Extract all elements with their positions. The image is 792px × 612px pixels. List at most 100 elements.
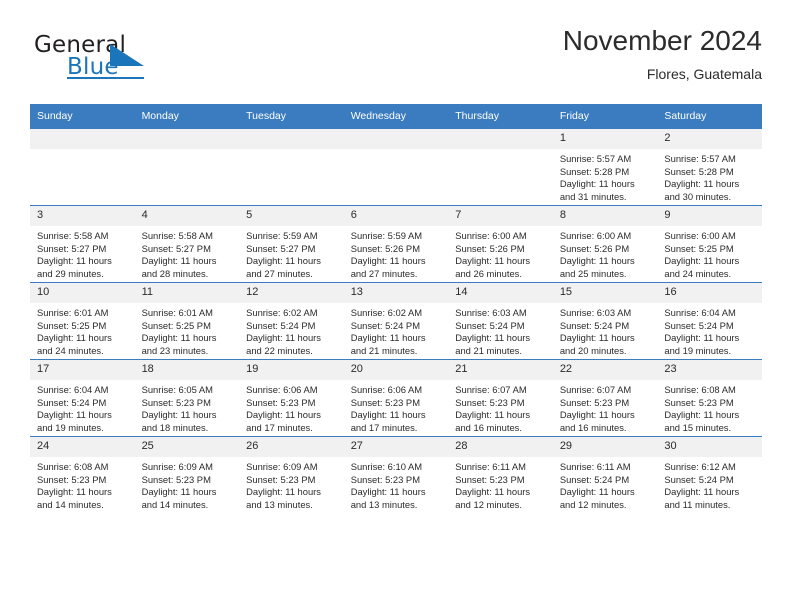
calendar-week-row: 10 Sunrise: 6:01 AM Sunset: 5:25 PM Dayligh…	[30, 282, 762, 360]
calendar-day-cell[interactable]: 11 Sunrise: 6:01 AM Sunset: 5:25 PM Dayligh…	[134, 282, 240, 360]
day-number: 15	[552, 283, 658, 303]
sunrise-text: Sunrise: 6:00 AM	[455, 230, 527, 241]
sunrise-text: Sunrise: 6:08 AM	[664, 384, 736, 395]
day-details: Sunrise: 5:57 AM Sunset: 5:28 PM Daylight:…	[657, 149, 762, 203]
calendar-day-cell[interactable]: 12 Sunrise: 6:02 AM Sunset: 5:24 PM Dayligh…	[239, 282, 344, 360]
day-details: Sunrise: 6:00 AM Sunset: 5:25 PM Daylight:…	[657, 226, 762, 280]
daylight-text: Daylight: 11 hours and 28 minutes.	[141, 255, 217, 279]
day-number: 6	[343, 206, 449, 226]
day-number: 18	[134, 360, 240, 380]
sunrise-text: Sunrise: 6:08 AM	[37, 461, 109, 472]
page-title: November 2024	[562, 25, 762, 56]
daylight-text: Daylight: 11 hours and 15 minutes.	[664, 409, 740, 433]
daylight-text: Daylight: 11 hours and 26 minutes.	[455, 255, 531, 279]
day-number: 19	[239, 360, 344, 380]
calendar-day-cell[interactable]: 24 Sunrise: 6:08 AM Sunset: 5:23 PM Dayligh…	[30, 436, 135, 513]
calendar-week-row: 3 Sunrise: 5:58 AM Sunset: 5:27 PM Daylight…	[30, 205, 762, 283]
sunset-text: Sunset: 5:24 PM	[664, 473, 734, 485]
calendar-day-cell[interactable]: 28 Sunrise: 6:11 AM Sunset: 5:23 PM Dayligh…	[448, 436, 553, 513]
calendar-day-cell[interactable]: 16 Sunrise: 6:04 AM Sunset: 5:24 PM Dayligh…	[657, 282, 762, 360]
day-number: 20	[343, 360, 449, 380]
calendar-day-cell[interactable]: 6 Sunrise: 5:59 AM Sunset: 5:26 PM Daylight…	[343, 205, 449, 283]
calendar-day-cell-empty	[448, 128, 553, 206]
sunset-text: Sunset: 5:28 PM	[664, 165, 734, 177]
calendar-day-cell[interactable]: 25 Sunrise: 6:09 AM Sunset: 5:23 PM Dayligh…	[134, 436, 240, 513]
calendar-day-cell[interactable]: 3 Sunrise: 5:58 AM Sunset: 5:27 PM Daylight…	[30, 205, 135, 283]
calendar-table: Sunday Monday Tuesday Wednesday Thursday…	[30, 104, 762, 513]
calendar-day-cell[interactable]: 21 Sunrise: 6:07 AM Sunset: 5:23 PM Dayligh…	[448, 359, 553, 437]
weekday-header-friday: Friday	[552, 104, 658, 129]
daylight-text: Daylight: 11 hours and 18 minutes.	[141, 409, 217, 433]
calendar-day-cell[interactable]: 29 Sunrise: 6:11 AM Sunset: 5:24 PM Dayligh…	[552, 436, 658, 513]
sunrise-text: Sunrise: 6:05 AM	[141, 384, 213, 395]
sunset-text: Sunset: 5:26 PM	[350, 242, 420, 254]
day-details: Sunrise: 6:06 AM Sunset: 5:23 PM Daylight:…	[239, 380, 344, 434]
day-details: Sunrise: 6:07 AM Sunset: 5:23 PM Daylight:…	[553, 380, 658, 434]
day-details: Sunrise: 6:10 AM Sunset: 5:23 PM Daylight:…	[344, 457, 449, 511]
calendar-day-cell[interactable]: 4 Sunrise: 5:58 AM Sunset: 5:27 PM Daylight…	[134, 205, 240, 283]
sunrise-text: Sunrise: 6:06 AM	[246, 384, 318, 395]
day-number: 9	[657, 206, 762, 226]
calendar-day-cell[interactable]: 23 Sunrise: 6:08 AM Sunset: 5:23 PM Dayligh…	[657, 359, 762, 437]
calendar-day-cell[interactable]: 15 Sunrise: 6:03 AM Sunset: 5:24 PM Dayligh…	[552, 282, 658, 360]
daylight-text: Daylight: 11 hours and 19 minutes.	[37, 409, 112, 433]
sunrise-text: Sunrise: 6:01 AM	[141, 307, 213, 318]
calendar-day-cell[interactable]: 20 Sunrise: 6:06 AM Sunset: 5:23 PM Dayligh…	[343, 359, 449, 437]
day-number: 28	[448, 437, 553, 457]
calendar-day-cell[interactable]: 14 Sunrise: 6:03 AM Sunset: 5:24 PM Dayligh…	[448, 282, 553, 360]
daylight-text: Daylight: 11 hours and 14 minutes.	[141, 486, 217, 510]
calendar-day-cell[interactable]: 10 Sunrise: 6:01 AM Sunset: 5:25 PM Dayligh…	[30, 282, 135, 360]
day-number: 30	[657, 437, 762, 457]
sunset-text: Sunset: 5:24 PM	[350, 319, 420, 331]
sunset-text: Sunset: 5:27 PM	[37, 242, 107, 254]
day-number	[239, 129, 344, 149]
title-block: November 2024 Flores, Guatemala	[563, 24, 762, 84]
day-details: Sunrise: 6:09 AM Sunset: 5:23 PM Daylight:…	[135, 457, 240, 511]
sunset-text: Sunset: 5:23 PM	[559, 396, 630, 408]
calendar-day-cell[interactable]: 27 Sunrise: 6:10 AM Sunset: 5:23 PM Dayligh…	[343, 436, 449, 513]
daylight-text: Daylight: 11 hours and 12 minutes.	[455, 486, 531, 510]
day-number: 2	[657, 129, 762, 149]
day-details: Sunrise: 6:08 AM Sunset: 5:23 PM Daylight:…	[30, 457, 135, 511]
sunset-text: Sunset: 5:23 PM	[141, 473, 211, 485]
sunrise-text: Sunrise: 6:12 AM	[664, 461, 736, 472]
day-details: Sunrise: 6:07 AM Sunset: 5:23 PM Daylight:…	[448, 380, 553, 434]
calendar-day-cell[interactable]: 19 Sunrise: 6:06 AM Sunset: 5:23 PM Dayligh…	[239, 359, 344, 437]
day-details: Sunrise: 6:06 AM Sunset: 5:23 PM Daylight:…	[344, 380, 449, 434]
calendar-day-cell[interactable]: 9 Sunrise: 6:00 AM Sunset: 5:25 PM Daylight…	[657, 205, 762, 283]
calendar-day-cell[interactable]: 5 Sunrise: 5:59 AM Sunset: 5:27 PM Daylight…	[239, 205, 344, 283]
sunrise-text: Sunrise: 5:57 AM	[664, 153, 736, 164]
calendar-day-cell[interactable]: 22 Sunrise: 6:07 AM Sunset: 5:23 PM Dayligh…	[552, 359, 658, 437]
day-number: 3	[30, 206, 135, 226]
day-details: Sunrise: 6:05 AM Sunset: 5:23 PM Daylight:…	[135, 380, 240, 434]
calendar-day-cell[interactable]: 1 Sunrise: 5:57 AM Sunset: 5:28 PM Daylight…	[552, 128, 658, 206]
day-number: 29	[552, 437, 658, 457]
sunset-text: Sunset: 5:23 PM	[141, 396, 211, 408]
daylight-text: Daylight: 11 hours and 14 minutes.	[37, 486, 112, 510]
sunrise-text: Sunrise: 6:07 AM	[455, 384, 527, 395]
calendar-day-cell[interactable]: 18 Sunrise: 6:05 AM Sunset: 5:23 PM Dayligh…	[134, 359, 240, 437]
calendar-day-cell[interactable]: 13 Sunrise: 6:02 AM Sunset: 5:24 PM Dayligh…	[343, 282, 449, 360]
daylight-text: Daylight: 11 hours and 29 minutes.	[37, 255, 112, 279]
day-number: 17	[30, 360, 135, 380]
sunrise-text: Sunrise: 6:00 AM	[664, 230, 736, 241]
calendar-day-cell[interactable]: 17 Sunrise: 6:04 AM Sunset: 5:24 PM Dayligh…	[30, 359, 135, 437]
daylight-text: Daylight: 11 hours and 21 minutes.	[350, 332, 426, 356]
calendar-day-cell[interactable]: 8 Sunrise: 6:00 AM Sunset: 5:26 PM Daylight…	[552, 205, 658, 283]
brand-logo[interactable]: General Blue	[34, 32, 234, 88]
day-details: Sunrise: 6:02 AM Sunset: 5:24 PM Daylight:…	[344, 303, 449, 357]
sunrise-text: Sunrise: 5:57 AM	[559, 153, 632, 164]
calendar-day-cell[interactable]: 30 Sunrise: 6:12 AM Sunset: 5:24 PM Dayligh…	[657, 436, 762, 513]
day-number: 12	[239, 283, 344, 303]
sunset-text: Sunset: 5:23 PM	[37, 473, 107, 485]
sunset-text: Sunset: 5:28 PM	[559, 165, 630, 177]
sunset-text: Sunset: 5:24 PM	[37, 396, 107, 408]
daylight-text: Daylight: 11 hours and 20 minutes.	[559, 332, 635, 356]
calendar-day-cell[interactable]: 2 Sunrise: 5:57 AM Sunset: 5:28 PM Daylight…	[657, 128, 762, 206]
sunrise-text: Sunrise: 5:59 AM	[246, 230, 318, 241]
calendar-day-cell[interactable]: 7 Sunrise: 6:00 AM Sunset: 5:26 PM Daylight…	[448, 205, 553, 283]
sunrise-text: Sunrise: 6:02 AM	[246, 307, 318, 318]
sunrise-text: Sunrise: 5:58 AM	[141, 230, 213, 241]
calendar-day-cell[interactable]: 26 Sunrise: 6:09 AM Sunset: 5:23 PM Dayligh…	[239, 436, 344, 513]
day-number: 26	[239, 437, 344, 457]
